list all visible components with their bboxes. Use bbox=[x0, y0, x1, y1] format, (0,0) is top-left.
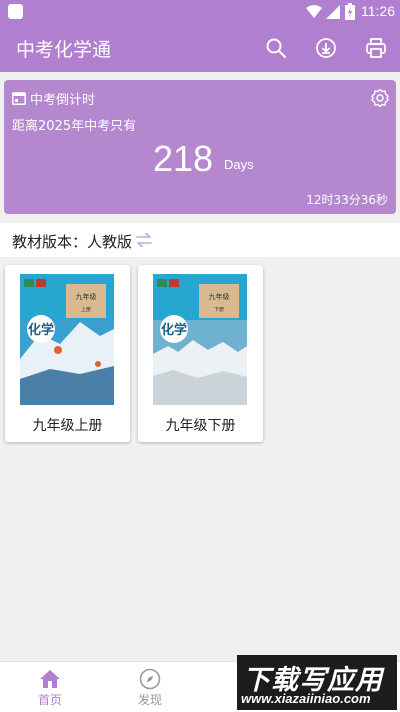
cover-volume: 下册 bbox=[214, 307, 224, 313]
countdown-subtitle: 距离2025年中考只有 bbox=[12, 119, 137, 134]
watermark-logo: 下载写应用 www.xiazaiiniao.com bbox=[237, 655, 397, 710]
swap-icon[interactable] bbox=[135, 231, 153, 249]
signal-icon bbox=[326, 5, 340, 19]
cover-grade: 九年级 bbox=[209, 292, 230, 301]
app-bar: 中考化学通 bbox=[0, 24, 400, 72]
print-icon[interactable] bbox=[364, 36, 388, 60]
wifi-icon bbox=[306, 5, 322, 18]
exam-countdown-card: 中考倒计时 距离2025年中考只有 218 Days 12时33分36秒 bbox=[4, 80, 396, 214]
gear-icon[interactable] bbox=[370, 88, 390, 108]
nav-label-home: 首页 bbox=[37, 693, 62, 707]
book-cover-image: 九年级 下册 化学 bbox=[153, 274, 247, 405]
book-card-grade9-vol1[interactable]: 九年级 上册 化学 九年级上册 bbox=[5, 265, 130, 442]
search-icon[interactable] bbox=[264, 36, 288, 60]
watermark-url: www.xiazaiiniao.com bbox=[241, 691, 371, 706]
days-remaining: 218 bbox=[153, 138, 214, 179]
compass-icon bbox=[139, 668, 161, 690]
edition-label: 教材版本：人教版 bbox=[12, 233, 133, 251]
nav-label-discover: 发现 bbox=[137, 693, 162, 707]
status-bar: 11:26 bbox=[0, 0, 400, 24]
nav-item-home[interactable]: 首页 bbox=[10, 662, 90, 712]
home-icon bbox=[40, 670, 60, 688]
battery-icon bbox=[345, 3, 355, 20]
cover-subject: 化学 bbox=[161, 322, 187, 338]
edition-selector[interactable]: 教材版本：人教版 bbox=[0, 223, 400, 257]
cover-grade: 九年级 bbox=[76, 292, 97, 301]
days-unit: Days bbox=[224, 157, 254, 172]
countdown-header: 中考倒计时 bbox=[30, 93, 96, 108]
app-title: 中考化学通 bbox=[16, 39, 112, 61]
cover-subject: 化学 bbox=[28, 322, 54, 338]
status-time: 11:26 bbox=[361, 3, 395, 19]
book-title: 九年级下册 bbox=[165, 418, 236, 434]
cover-volume: 上册 bbox=[81, 306, 91, 313]
book-cover-image: 九年级 上册 化学 bbox=[20, 274, 114, 405]
download-icon[interactable] bbox=[314, 36, 338, 60]
book-title: 九年级上册 bbox=[32, 418, 103, 434]
calendar-icon bbox=[12, 92, 26, 105]
notification-icon bbox=[8, 4, 23, 19]
nav-item-discover[interactable]: 发现 bbox=[110, 662, 190, 712]
book-card-grade9-vol2[interactable]: 九年级 下册 化学 九年级下册 bbox=[138, 265, 263, 442]
time-remaining: 12时33分36秒 bbox=[306, 193, 388, 207]
